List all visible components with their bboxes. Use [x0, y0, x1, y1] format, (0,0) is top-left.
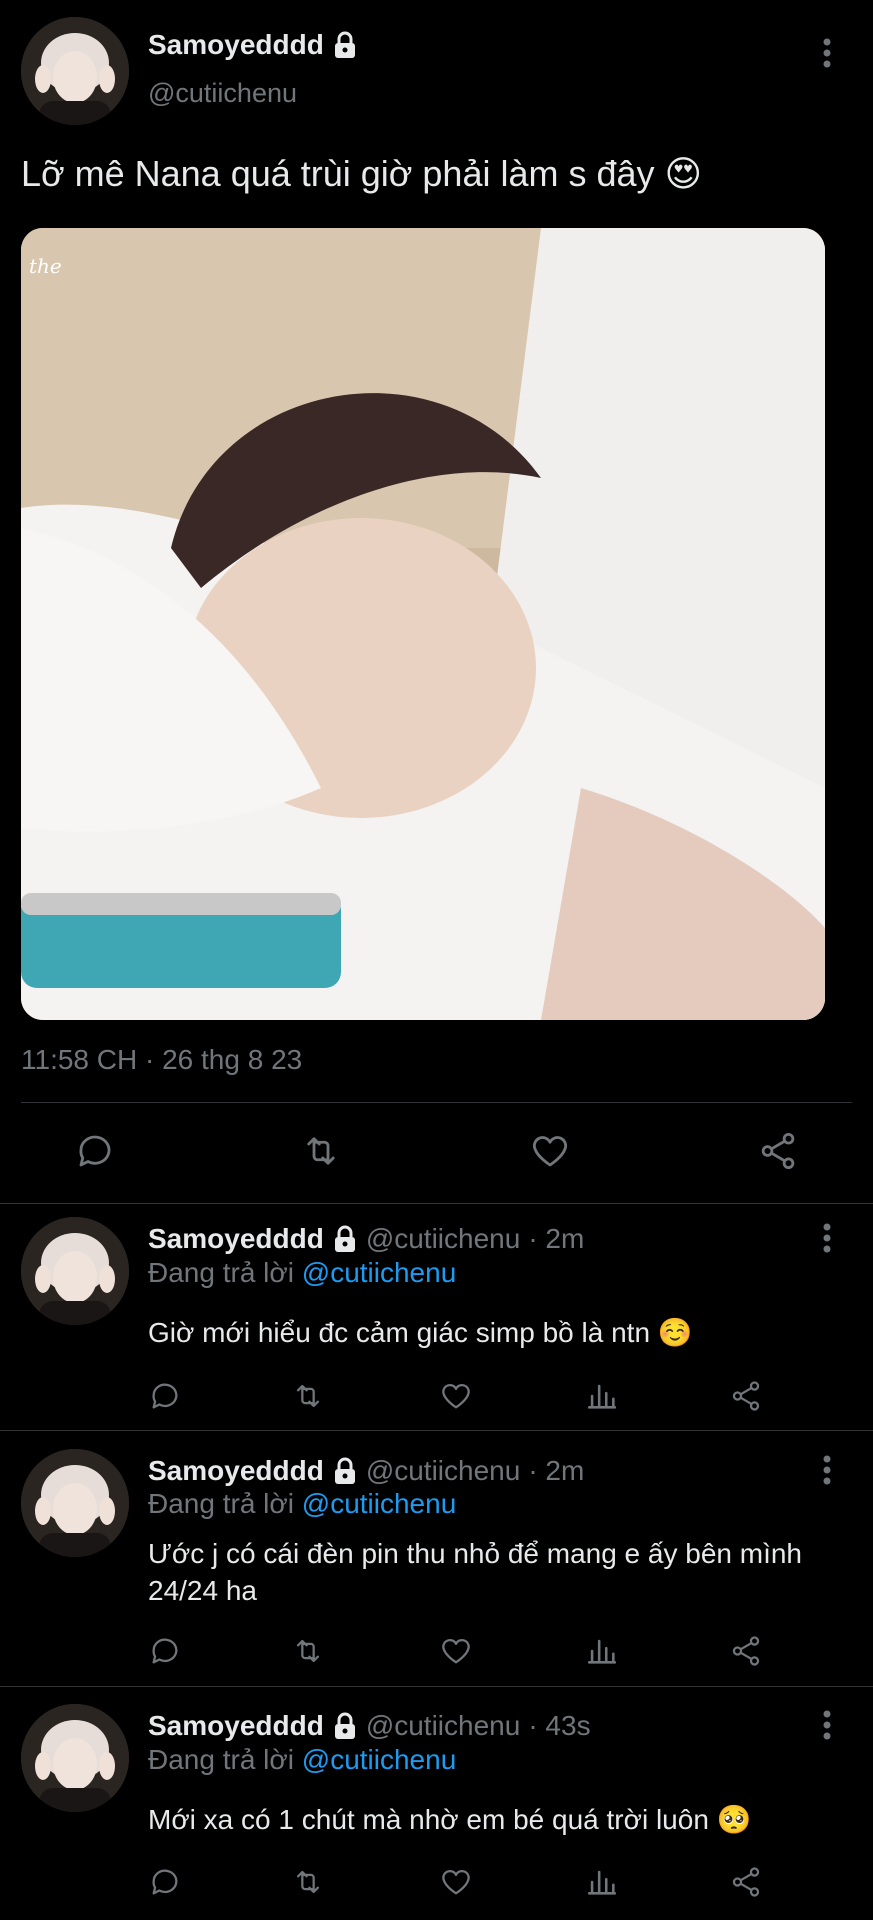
- more-options-icon[interactable]: [821, 1710, 837, 1740]
- share-icon: [732, 1636, 760, 1666]
- replying-to-link[interactable]: @cutiichenu: [302, 1488, 457, 1519]
- lock-icon: [332, 1712, 358, 1740]
- like-button[interactable]: [439, 1865, 473, 1899]
- avatar[interactable]: [21, 17, 129, 125]
- retweet-icon: [307, 1137, 335, 1165]
- retweet-button[interactable]: [290, 1865, 326, 1899]
- reply-time: · 2m: [528, 1223, 585, 1254]
- share-button[interactable]: [757, 1130, 799, 1172]
- retweet-button[interactable]: [290, 1634, 326, 1668]
- reply-icon: [152, 1638, 178, 1664]
- reply-text: Mới xa có 1 chút mà nhờ em bé quá trời l…: [148, 1804, 752, 1835]
- heart-icon: [442, 1384, 470, 1409]
- analytics-icon: [587, 1384, 617, 1409]
- replying-to-link[interactable]: @cutiichenu: [302, 1744, 457, 1775]
- like-button[interactable]: [439, 1634, 473, 1668]
- reply-text: Giờ mới hiểu đc cảm giác simp bồ là ntn …: [148, 1317, 693, 1348]
- retweet-icon: [296, 1384, 320, 1408]
- analytics-icon: [587, 1870, 617, 1895]
- retweet-button[interactable]: [290, 1379, 326, 1413]
- divider: [0, 1203, 873, 1204]
- tweet-timestamp: 11:58 CH · 26 thg 8 23: [21, 1044, 303, 1075]
- more-options-icon[interactable]: [821, 1455, 837, 1485]
- reply-icon: [152, 1383, 178, 1409]
- tweet-text: Lỡ mê Nana quá trùi giờ phải làm s đây 😍: [21, 153, 703, 194]
- reply-text: Ước j có cái đèn pin thu nhỏ để mang e ấ…: [148, 1538, 803, 1606]
- heart-icon: [533, 1136, 567, 1167]
- share-button[interactable]: [729, 1634, 763, 1668]
- reply-icon: [79, 1135, 111, 1167]
- avatar[interactable]: [21, 1217, 129, 1325]
- reply-button[interactable]: [148, 1379, 182, 1413]
- avatar[interactable]: [21, 1704, 129, 1812]
- analytics-button[interactable]: [585, 1634, 619, 1668]
- share-button[interactable]: [729, 1379, 763, 1413]
- share-icon: [732, 1867, 760, 1897]
- share-button[interactable]: [729, 1865, 763, 1899]
- retweet-button[interactable]: [299, 1130, 343, 1172]
- lock-icon: [332, 31, 358, 59]
- lock-icon: [332, 1225, 358, 1253]
- display-name[interactable]: Samoyedddd: [148, 1455, 324, 1487]
- more-options-icon[interactable]: [821, 1223, 837, 1253]
- reply-button[interactable]: [148, 1634, 182, 1668]
- divider: [21, 1102, 852, 1103]
- retweet-icon: [296, 1639, 320, 1663]
- tweet-photo[interactable]: the: [21, 228, 825, 1020]
- reply-button[interactable]: [74, 1130, 116, 1172]
- retweet-icon: [296, 1870, 320, 1894]
- replying-to-link[interactable]: @cutiichenu: [302, 1257, 457, 1288]
- divider: [0, 1686, 873, 1687]
- replying-to-label: Đang trả lời: [148, 1488, 294, 1519]
- reply-time: · 43s: [528, 1710, 591, 1741]
- like-button[interactable]: [439, 1379, 473, 1413]
- display-name[interactable]: Samoyedddd: [148, 29, 324, 61]
- more-options-icon[interactable]: [821, 38, 837, 68]
- like-button[interactable]: [529, 1130, 571, 1172]
- handle[interactable]: @cutiichenu: [148, 78, 297, 109]
- heart-icon: [442, 1639, 470, 1664]
- replying-to-label: Đang trả lời: [148, 1257, 294, 1288]
- share-icon: [761, 1132, 795, 1170]
- share-icon: [732, 1381, 760, 1411]
- lock-icon: [332, 1457, 358, 1485]
- avatar[interactable]: [21, 1449, 129, 1557]
- reply-button[interactable]: [148, 1865, 182, 1899]
- analytics-button[interactable]: [585, 1379, 619, 1413]
- watermark: the: [29, 254, 62, 278]
- handle[interactable]: @cutiichenu: [366, 1710, 521, 1742]
- reply-icon: [152, 1869, 178, 1895]
- analytics-button[interactable]: [585, 1865, 619, 1899]
- display-name[interactable]: Samoyedddd: [148, 1223, 324, 1255]
- analytics-icon: [587, 1639, 617, 1664]
- reply-time: · 2m: [528, 1455, 585, 1486]
- display-name[interactable]: Samoyedddd: [148, 1710, 324, 1742]
- replying-to-label: Đang trả lời: [148, 1744, 294, 1775]
- handle[interactable]: @cutiichenu: [366, 1223, 521, 1255]
- divider: [0, 1430, 873, 1431]
- heart-icon: [442, 1870, 470, 1895]
- handle[interactable]: @cutiichenu: [366, 1455, 521, 1487]
